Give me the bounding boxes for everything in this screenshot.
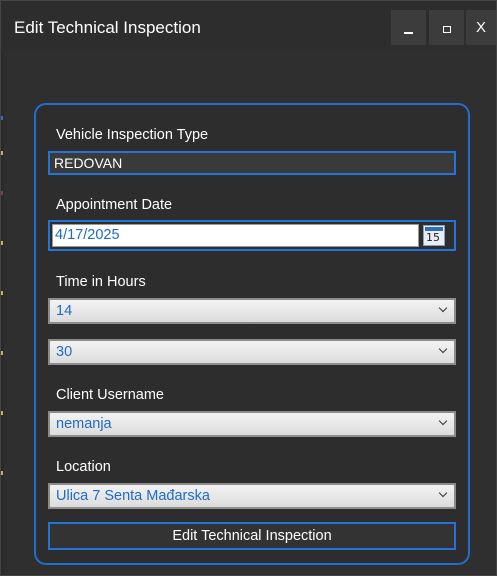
left-edge-strip	[1, 51, 4, 575]
calendar-day-number: 15	[426, 231, 440, 244]
calendar-button[interactable]: 15	[423, 225, 445, 246]
appointment-date-input[interactable]: 4/17/2025	[52, 224, 419, 247]
appointment-date-label: Appointment Date	[56, 197, 173, 213]
chevron-down-icon	[438, 416, 448, 426]
edge-marker	[1, 471, 3, 475]
edge-marker	[1, 116, 3, 120]
edge-marker	[1, 191, 3, 195]
client-username-select[interactable]: nemanja	[48, 411, 456, 437]
maximize-icon	[442, 25, 451, 33]
location-value: Ulica 7 Senta Mađarska	[56, 488, 210, 504]
client-username-label: Client Username	[56, 387, 164, 403]
maximize-button[interactable]	[429, 10, 464, 45]
client-username-value: nemanja	[56, 416, 112, 432]
time-label: Time in Hours	[56, 274, 146, 290]
inspection-type-label: Vehicle Inspection Type	[56, 127, 209, 143]
minutes-select[interactable]: 30	[48, 339, 456, 365]
edge-marker	[1, 411, 3, 415]
hours-value: 14	[56, 303, 73, 319]
inspection-type-field[interactable]: REDOVAN	[48, 151, 456, 175]
window-title: Edit Technical Inspection	[14, 18, 201, 37]
close-button[interactable]: X	[466, 10, 496, 45]
hours-select[interactable]: 14	[48, 298, 456, 324]
edge-marker	[1, 291, 3, 295]
location-select[interactable]: Ulica 7 Senta Mađarska	[48, 483, 456, 509]
location-label: Location	[56, 459, 111, 475]
edge-marker	[1, 151, 3, 155]
minutes-value: 30	[56, 344, 73, 360]
appointment-date-picker: 4/17/2025 15	[48, 220, 456, 251]
minimize-button[interactable]	[391, 10, 426, 45]
minimize-icon	[404, 31, 413, 34]
edge-marker	[1, 241, 3, 245]
chevron-down-icon	[438, 344, 448, 354]
edit-inspection-window: Edit Technical Inspection X Vehicle Insp…	[0, 0, 497, 576]
title-bar[interactable]: Edit Technical Inspection X	[1, 1, 496, 51]
edit-inspection-button[interactable]: Edit Technical Inspection	[48, 522, 456, 550]
inspection-form-panel: Vehicle Inspection Type REDOVAN Appointm…	[34, 103, 470, 565]
edge-marker	[1, 351, 3, 355]
chevron-down-icon	[438, 488, 448, 498]
chevron-down-icon	[438, 303, 448, 313]
